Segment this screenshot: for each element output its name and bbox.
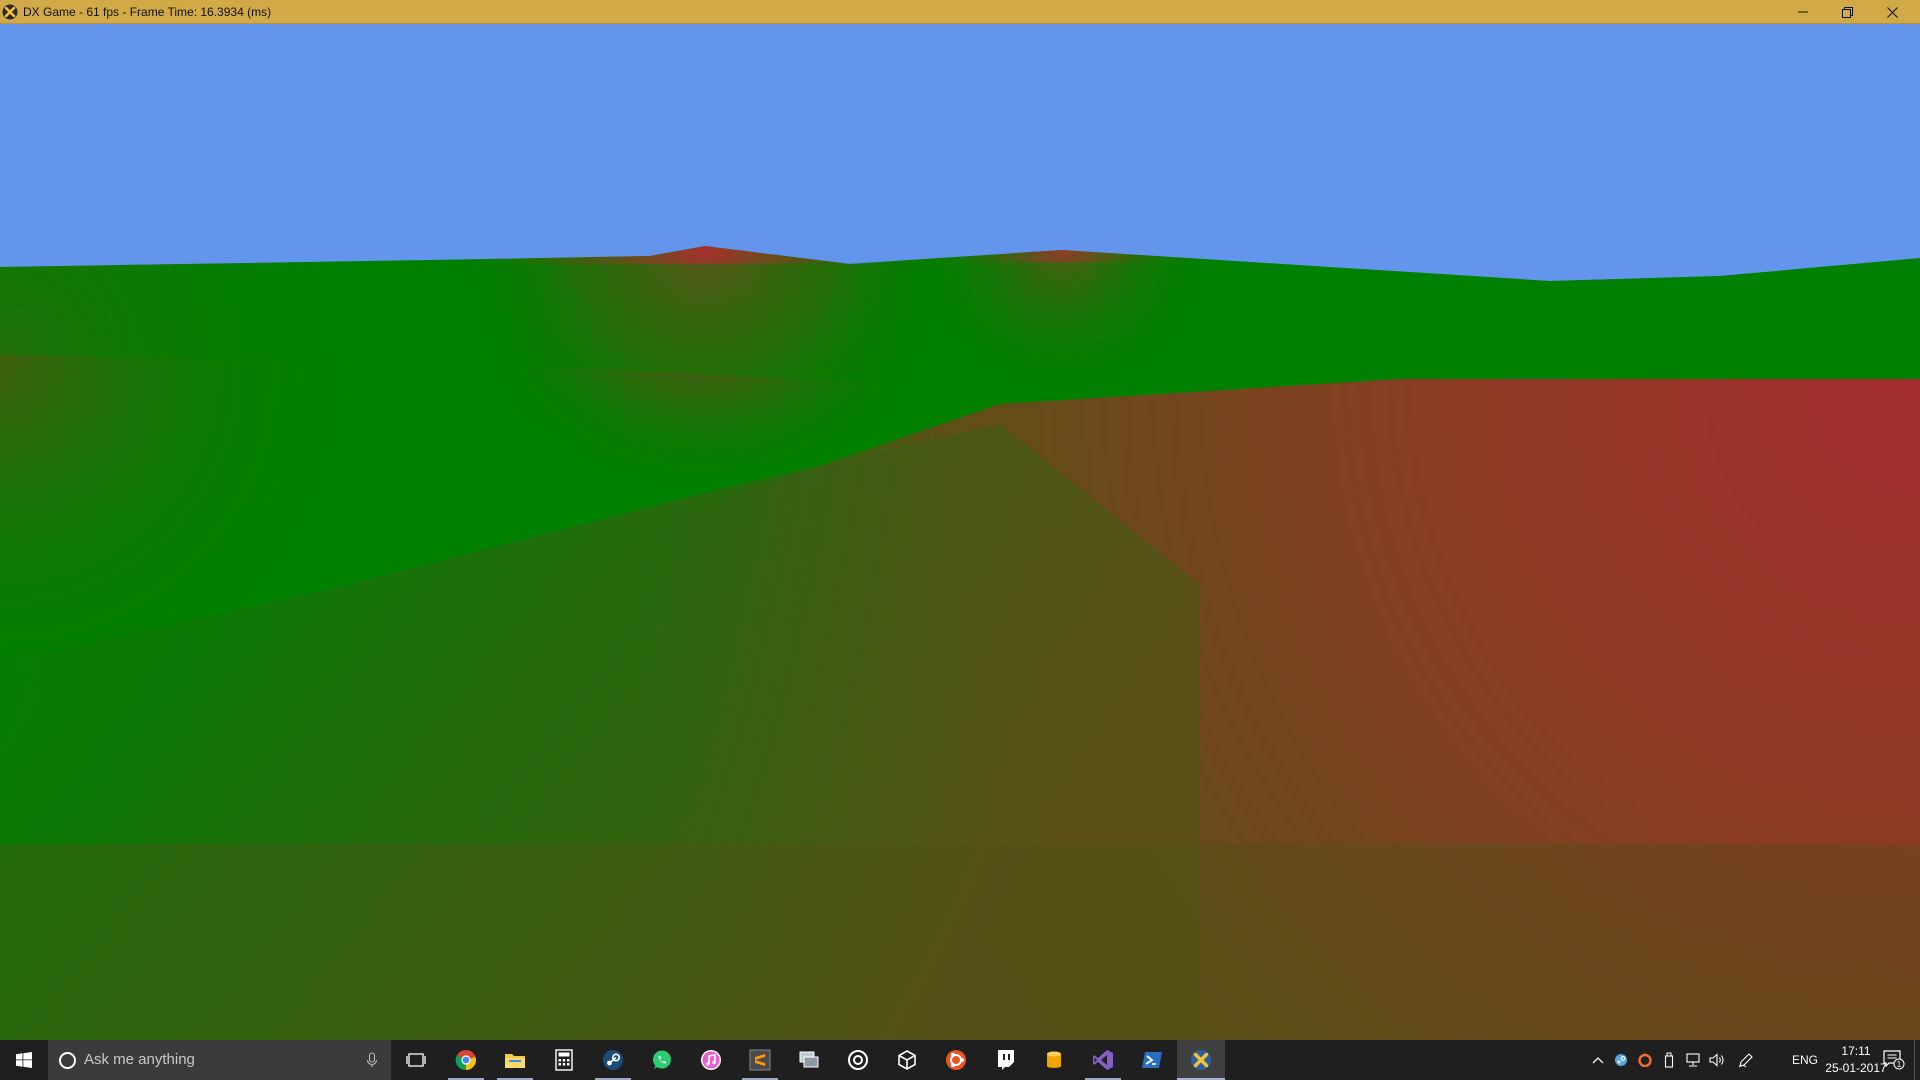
whatsapp-icon <box>653 1050 671 1069</box>
task-view-icon <box>406 1053 426 1067</box>
taskbar-app-file-explorer[interactable] <box>491 1040 539 1080</box>
tray-pen[interactable] <box>1734 1040 1758 1080</box>
taskbar-app-remote-desktop[interactable] <box>785 1040 833 1080</box>
microphone-icon[interactable] <box>364 1052 380 1068</box>
show-desktop-button[interactable] <box>1914 1040 1920 1080</box>
taskbar-app-steam[interactable] <box>589 1040 637 1080</box>
taskbar-app-itunes[interactable] <box>687 1040 735 1080</box>
game-viewport[interactable] <box>0 24 1920 1040</box>
language-indicator[interactable]: ENG <box>1788 1040 1822 1080</box>
taskbar-app-database[interactable] <box>1030 1040 1078 1080</box>
steam-icon <box>603 1050 623 1070</box>
maximize-icon <box>1842 6 1853 18</box>
taskbar-app-dx-game[interactable] <box>1177 1040 1225 1080</box>
unity-icon <box>898 1050 916 1070</box>
tray-volume[interactable] <box>1706 1040 1728 1080</box>
taskbar-app-unity[interactable] <box>883 1040 931 1080</box>
minimize-button[interactable] <box>1780 0 1825 24</box>
show-hidden-icons-button[interactable] <box>1586 1040 1610 1080</box>
twitch-icon <box>998 1050 1014 1070</box>
search-box[interactable]: Ask me anything <box>48 1040 391 1080</box>
tray-network[interactable] <box>1682 1040 1704 1080</box>
title-bar[interactable]: DX Game - 61 fps - Frame Time: 16.3934 (… <box>0 0 1920 24</box>
windows-logo-icon <box>16 1052 32 1068</box>
taskbar: Ask me anything ENG 17:11 25-01-2017 1 <box>0 1040 1920 1080</box>
taskbar-app-media-player[interactable] <box>834 1040 882 1080</box>
action-center-button[interactable]: 1 <box>1876 1040 1912 1080</box>
media-player-icon <box>848 1050 868 1070</box>
tray-usb[interactable] <box>1658 1040 1680 1080</box>
database-icon <box>1047 1051 1061 1068</box>
notification-count: 1 <box>1897 1060 1902 1069</box>
notification-icon: 1 <box>1883 1050 1905 1070</box>
taskbar-app-chrome[interactable] <box>442 1040 490 1080</box>
steam-tray-icon <box>1615 1054 1627 1066</box>
minimize-icon <box>1797 11 1808 13</box>
taskbar-app-ubuntu[interactable] <box>932 1040 980 1080</box>
chevron-up-icon <box>1592 1057 1604 1064</box>
sublime-text-icon <box>749 1049 771 1071</box>
ground <box>0 246 1920 1040</box>
visual-studio-icon <box>1093 1050 1113 1070</box>
calculator-icon <box>555 1049 573 1071</box>
window-title: DX Game - 61 fps - Frame Time: 16.3934 (… <box>23 5 272 19</box>
taskbar-app-visual-studio[interactable] <box>1079 1040 1127 1080</box>
cortana-icon <box>59 1052 76 1069</box>
close-icon <box>1887 6 1898 18</box>
tray-steam[interactable] <box>1610 1040 1632 1080</box>
network-icon <box>1686 1053 1700 1067</box>
file-explorer-icon <box>505 1054 525 1068</box>
tray-origin[interactable] <box>1634 1040 1656 1080</box>
itunes-icon <box>701 1050 721 1070</box>
dx-x-icon <box>2 4 18 20</box>
start-button[interactable] <box>0 1040 48 1080</box>
taskbar-app-whatsapp[interactable] <box>638 1040 686 1080</box>
taskbar-app-powershell[interactable] <box>1128 1040 1176 1080</box>
pen-icon <box>1738 1053 1753 1068</box>
search-placeholder: Ask me anything <box>84 1051 195 1068</box>
task-view-button[interactable] <box>392 1040 440 1080</box>
taskbar-app-twitch[interactable] <box>981 1040 1029 1080</box>
usb-icon <box>1664 1052 1674 1068</box>
close-button[interactable] <box>1870 0 1915 24</box>
powershell-icon <box>1142 1052 1162 1068</box>
chrome-icon <box>455 1050 476 1071</box>
restore-button[interactable] <box>1825 0 1870 24</box>
taskbar-app-sublime-text[interactable] <box>736 1040 784 1080</box>
game-window: DX Game - 61 fps - Frame Time: 16.3934 (… <box>0 0 1920 1080</box>
volume-icon <box>1709 1053 1724 1067</box>
terrain-scene <box>0 24 1920 1040</box>
dx-game-icon <box>1191 1050 1211 1070</box>
remote-desktop-icon <box>799 1051 819 1068</box>
taskbar-app-calculator[interactable] <box>540 1040 588 1080</box>
origin-tray-icon <box>1638 1053 1652 1067</box>
ubuntu-icon <box>946 1050 966 1070</box>
